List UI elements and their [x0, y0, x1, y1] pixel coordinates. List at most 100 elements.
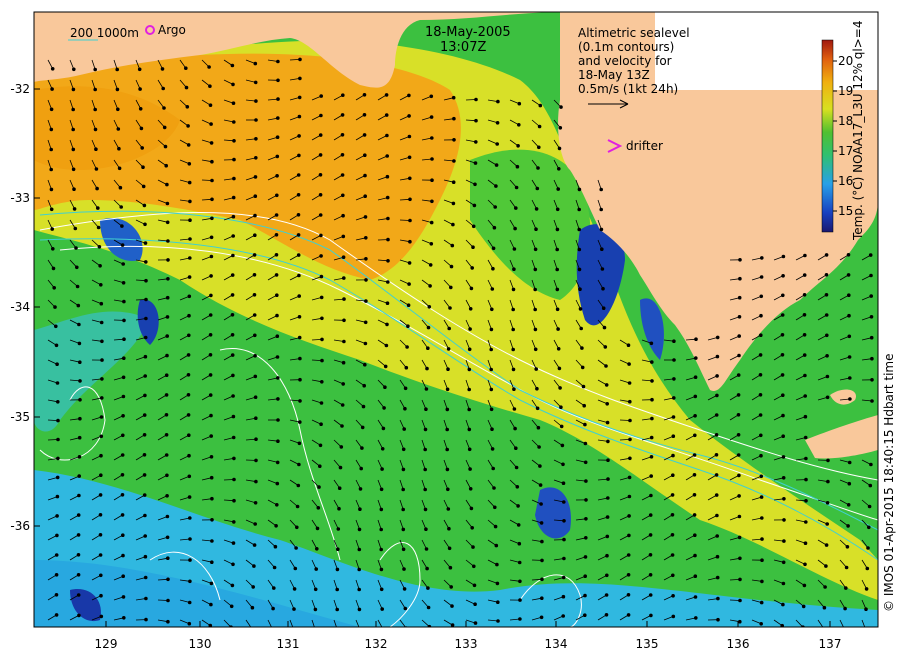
- velocity-arrowhead: [492, 467, 495, 470]
- velocity-arrowhead: [606, 403, 609, 406]
- velocity-arrowhead: [870, 316, 873, 319]
- velocity-arrowhead: [671, 494, 674, 497]
- velocity-arrowhead: [255, 138, 258, 141]
- velocity-arrowhead: [123, 338, 126, 341]
- velocity-arrowhead: [517, 505, 520, 508]
- x-tick-label: 132: [365, 637, 388, 651]
- velocity-arrowhead: [628, 495, 631, 498]
- velocity-arrowhead: [449, 566, 452, 569]
- velocity-arrowhead: [341, 134, 344, 137]
- velocity-arrowhead: [561, 444, 564, 447]
- velocity-arrowhead: [605, 594, 608, 597]
- velocity-arrowhead: [403, 588, 406, 591]
- velocity-arrowhead: [490, 328, 493, 331]
- velocity-arrowhead: [452, 181, 455, 184]
- velocity-arrowhead: [78, 614, 81, 617]
- velocity-arrowhead: [365, 258, 368, 261]
- velocity-arrowhead: [94, 128, 97, 131]
- velocity-arrowhead: [187, 354, 190, 357]
- velocity-arrowhead: [276, 461, 279, 464]
- velocity-arrowhead: [317, 507, 320, 510]
- velocity-arrowhead: [804, 415, 807, 418]
- velocity-arrowhead: [803, 294, 806, 297]
- velocity-arrowhead: [865, 588, 868, 591]
- velocity-arrowhead: [57, 419, 60, 422]
- velocity-arrowhead: [602, 287, 605, 290]
- velocity-arrowhead: [541, 597, 544, 600]
- velocity-arrowhead: [294, 567, 297, 570]
- velocity-arrowhead: [673, 397, 676, 400]
- velocity-arrowhead: [871, 357, 874, 360]
- velocity-arrowhead: [782, 394, 785, 397]
- altimetric-line2: (0.1m contours): [578, 40, 674, 54]
- velocity-arrowhead: [494, 206, 497, 209]
- velocity-arrowhead: [409, 240, 412, 243]
- velocity-arrowhead: [361, 447, 364, 450]
- velocity-arrowhead: [253, 274, 256, 277]
- velocity-arrowhead: [495, 185, 498, 188]
- velocity-arrowhead: [627, 554, 630, 557]
- velocity-arrowhead: [560, 106, 563, 109]
- velocity-arrowhead: [209, 85, 212, 88]
- velocity-arrowhead: [782, 561, 785, 564]
- velocity-arrowhead: [167, 599, 170, 602]
- velocity-arrowhead: [760, 295, 763, 298]
- velocity-arrowhead: [51, 88, 54, 91]
- velocity-arrowhead: [51, 228, 54, 231]
- velocity-arrowhead: [672, 474, 675, 477]
- velocity-arrowhead: [99, 265, 102, 268]
- velocity-arrowhead: [233, 121, 236, 124]
- velocity-arrowhead: [253, 544, 256, 547]
- velocity-arrowhead: [254, 502, 257, 505]
- velocity-arrowhead: [604, 346, 607, 349]
- velocity-arrowhead: [233, 521, 236, 524]
- velocity-arrowhead: [189, 559, 192, 562]
- velocity-arrowhead: [167, 259, 170, 262]
- velocity-arrowhead: [320, 275, 323, 278]
- velocity-arrowhead: [77, 304, 80, 307]
- velocity-arrowhead: [95, 148, 98, 151]
- velocity-arrowhead: [57, 438, 60, 441]
- velocity-arrowhead: [382, 628, 385, 631]
- velocity-arrowhead: [585, 518, 588, 521]
- velocity-arrowhead: [447, 508, 450, 511]
- velocity-arrowhead: [139, 108, 142, 111]
- velocity-arrowhead: [73, 68, 76, 71]
- velocity-arrowhead: [579, 288, 582, 291]
- velocity-arrowhead: [761, 538, 764, 541]
- velocity-arrowhead: [78, 494, 81, 497]
- velocity-arrowhead: [144, 355, 147, 358]
- velocity-arrowhead: [426, 367, 429, 370]
- altimetric-line3: and velocity for: [578, 54, 672, 68]
- velocity-arrowhead: [673, 378, 676, 381]
- velocity-arrowhead: [782, 275, 785, 278]
- velocity-arrowhead: [56, 495, 59, 498]
- velocity-arrowhead: [629, 457, 632, 460]
- velocity-arrowhead: [161, 68, 164, 71]
- velocity-arrowhead: [600, 208, 603, 211]
- velocity-arrowhead: [739, 557, 742, 560]
- velocity-arrowhead: [233, 140, 236, 143]
- velocity-arrowhead: [382, 427, 385, 430]
- x-tick-label: 133: [455, 637, 478, 651]
- velocity-arrowhead: [607, 440, 610, 443]
- velocity-arrowhead: [120, 206, 123, 209]
- velocity-arrowhead: [231, 294, 234, 297]
- velocity-arrowhead: [513, 248, 516, 251]
- velocity-arrowhead: [210, 275, 213, 278]
- velocity-arrowhead: [606, 516, 609, 519]
- velocity-arrowhead: [277, 60, 280, 63]
- velocity-arrowhead: [803, 354, 806, 357]
- velocity-arrowhead: [336, 568, 339, 571]
- velocity-arrowhead: [164, 145, 167, 148]
- velocity-arrowhead: [165, 434, 168, 437]
- velocity-arrowhead: [585, 499, 588, 502]
- velocity-arrowhead: [607, 497, 610, 500]
- velocity-arrowhead: [449, 307, 452, 310]
- velocity-arrowhead: [540, 503, 543, 506]
- velocity-arrowhead: [189, 200, 192, 203]
- velocity-arrowhead: [321, 381, 324, 384]
- velocity-arrowhead: [275, 234, 278, 237]
- velocity-arrowhead: [537, 167, 540, 170]
- velocity-arrowhead: [275, 274, 278, 277]
